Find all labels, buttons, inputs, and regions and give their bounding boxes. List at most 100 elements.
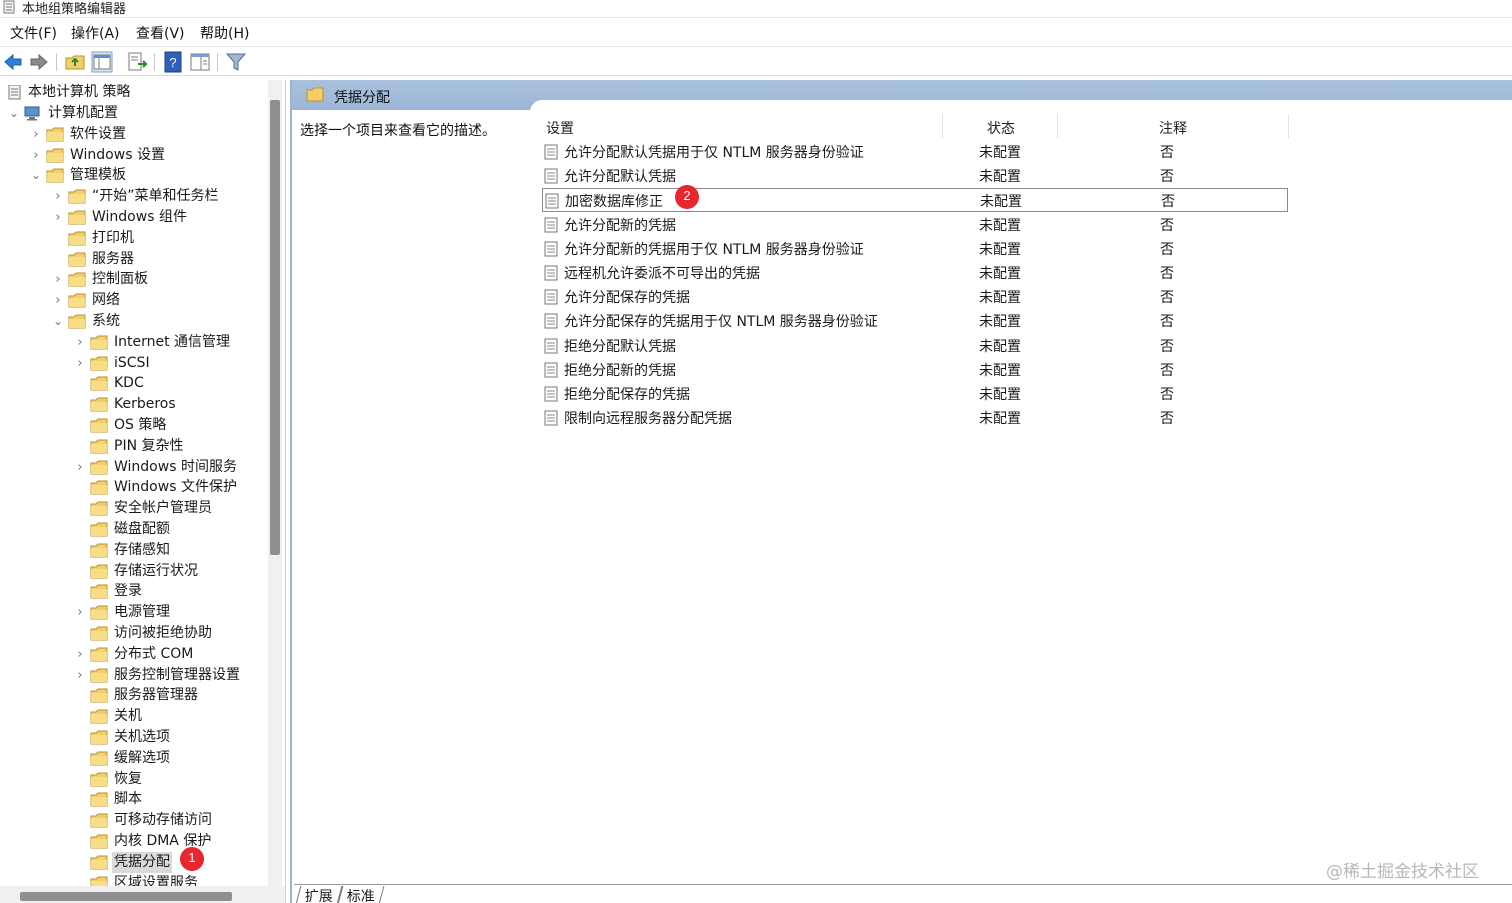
folder-icon <box>90 709 108 724</box>
folder-icon <box>90 564 108 579</box>
export-list-icon[interactable] <box>126 51 148 73</box>
policy-setting-icon <box>544 386 558 402</box>
tree-item-label: Windows 设置 <box>70 146 165 163</box>
setting-row[interactable]: 允许分配默认凭据 未配置 否 <box>542 164 1288 188</box>
tree-item-label: OS 策略 <box>114 417 167 433</box>
setting-row[interactable]: 拒绝分配默认凭据 未配置 否 <box>542 334 1288 358</box>
chevron-right-icon[interactable]: › <box>30 124 42 145</box>
chevron-right-icon[interactable]: › <box>30 145 42 166</box>
title-bar: 本地组策略编辑器 <box>0 0 1512 18</box>
setting-name: 允许分配默认凭据 <box>564 169 676 186</box>
tree-item-label: 磁盘配额 <box>114 521 170 537</box>
chevron-right-icon[interactable]: › <box>52 207 64 228</box>
column-divider[interactable] <box>942 114 943 138</box>
menu-view[interactable]: 查看(V) <box>136 23 185 43</box>
tree-item-label: 服务器管理器 <box>114 687 198 704</box>
tree-item-label: 服务控制管理器设置 <box>114 666 240 683</box>
setting-name: 允许分配新的凭据用于仅 NTLM 服务器身份验证 <box>564 241 864 258</box>
tree-item-label: PIN 复杂性 <box>114 437 184 454</box>
setting-state: 未配置 <box>979 241 1021 258</box>
chevron-down-icon[interactable]: ⌄ <box>52 311 64 332</box>
chevron-right-icon[interactable]: › <box>74 332 86 353</box>
policy-setting-icon <box>544 241 558 257</box>
column-header-setting[interactable]: 设置 <box>546 118 574 138</box>
folder-icon <box>90 605 108 620</box>
setting-row[interactable]: 允许分配保存的凭据用于仅 NTLM 服务器身份验证 未配置 否 <box>542 309 1288 333</box>
tree-item-label: Windows 文件保护 <box>114 479 237 496</box>
up-folder-icon[interactable] <box>64 51 86 73</box>
menu-file[interactable]: 文件(F) <box>10 23 57 43</box>
annotation-badge-1: 1 <box>180 847 204 871</box>
setting-row[interactable]: 允许分配新的凭据用于仅 NTLM 服务器身份验证 未配置 否 <box>542 237 1288 261</box>
tree-item-label: 访问被拒绝协助 <box>114 625 212 641</box>
folder-icon <box>68 293 86 308</box>
policy-setting-icon <box>544 265 558 281</box>
chevron-right-icon[interactable]: › <box>74 457 86 478</box>
forward-arrow-icon[interactable] <box>28 51 50 73</box>
show-hide-tree-icon[interactable] <box>91 51 113 73</box>
chevron-right-icon[interactable]: › <box>52 186 64 207</box>
column-divider[interactable] <box>1288 114 1289 138</box>
tree-item-label: 软件设置 <box>70 125 126 142</box>
tab-extended[interactable]: 扩展 <box>295 886 343 903</box>
folder-icon <box>90 397 108 412</box>
details-header-title: 凭据分配 <box>334 90 390 106</box>
folder-icon <box>90 813 108 828</box>
filter-icon[interactable] <box>225 51 247 73</box>
view-pane-icon[interactable] <box>189 51 211 73</box>
setting-name: 拒绝分配新的凭据 <box>564 362 676 379</box>
tree-item-label: 网络 <box>92 292 120 309</box>
setting-state: 未配置 <box>979 314 1021 331</box>
menu-help[interactable]: 帮助(H) <box>200 23 249 43</box>
chevron-right-icon[interactable]: › <box>52 269 64 290</box>
setting-row[interactable]: 拒绝分配保存的凭据 未配置 否 <box>542 382 1288 406</box>
chevron-right-icon[interactable]: › <box>74 644 86 665</box>
chevron-down-icon[interactable]: ⌄ <box>8 103 20 124</box>
setting-row[interactable]: 允许分配新的凭据 未配置 否 <box>542 213 1288 237</box>
column-divider[interactable] <box>1057 114 1058 138</box>
tree-item-label: 电源管理 <box>114 604 170 621</box>
chevron-down-icon[interactable]: ⌄ <box>30 165 42 186</box>
chevron-right-icon[interactable]: › <box>74 665 86 686</box>
setting-state: 未配置 <box>979 411 1021 428</box>
folder-icon <box>68 231 86 246</box>
chevron-right-icon[interactable]: › <box>52 290 64 311</box>
folder-icon <box>90 480 108 495</box>
chevron-right-icon[interactable]: › <box>74 353 86 374</box>
setting-row[interactable]: 允许分配默认凭据用于仅 NTLM 服务器身份验证 未配置 否 <box>542 140 1288 164</box>
column-header-state[interactable]: 状态 <box>987 118 1015 138</box>
setting-note: 否 <box>1160 411 1174 428</box>
toolbar-separator <box>56 53 57 71</box>
back-arrow-icon[interactable] <box>2 51 24 73</box>
setting-state: 未配置 <box>979 266 1021 282</box>
policy-setting-icon <box>545 193 559 209</box>
tree-vertical-scrollbar-thumb[interactable] <box>270 100 280 555</box>
tab-standard[interactable]: 标准 <box>337 886 385 903</box>
folder-icon <box>46 168 64 183</box>
setting-row[interactable]: 允许分配保存的凭据 未配置 否 <box>542 285 1288 309</box>
chevron-right-icon[interactable]: › <box>74 602 86 623</box>
tree-item-label: 关机 <box>114 708 142 725</box>
policy-document-icon <box>8 85 21 100</box>
setting-row[interactable]: 加密数据库修正 未配置 否 <box>542 188 1288 213</box>
setting-name: 拒绝分配默认凭据 <box>564 338 676 355</box>
menu-action[interactable]: 操作(A) <box>71 23 120 43</box>
policy-setting-icon <box>544 289 558 305</box>
tab-standard-label: 标准 <box>346 889 375 903</box>
setting-row[interactable]: 远程机允许委派不可导出的凭据 未配置 否 <box>542 261 1288 285</box>
menu-bar: 文件(F) 操作(A) 查看(V) 帮助(H) <box>0 19 1512 45</box>
tree-item-label: 分布式 COM <box>114 645 194 662</box>
tree-item-label: 缓解选项 <box>114 749 170 766</box>
folder-icon <box>90 522 108 537</box>
tree-item-label: 恢复 <box>114 770 142 787</box>
column-header-note[interactable]: 注释 <box>1159 118 1187 138</box>
setting-note: 否 <box>1160 145 1174 161</box>
setting-name: 允许分配新的凭据 <box>564 217 676 234</box>
setting-row[interactable]: 拒绝分配新的凭据 未配置 否 <box>542 358 1288 382</box>
tree-horizontal-scrollbar-thumb[interactable] <box>20 892 232 901</box>
folder-icon <box>68 210 86 225</box>
tree-item-label: 脚本 <box>114 791 142 808</box>
setting-row[interactable]: 限制向远程服务器分配凭据 未配置 否 <box>542 406 1288 430</box>
help-icon[interactable]: ? <box>162 51 184 73</box>
folder-icon <box>68 314 86 329</box>
